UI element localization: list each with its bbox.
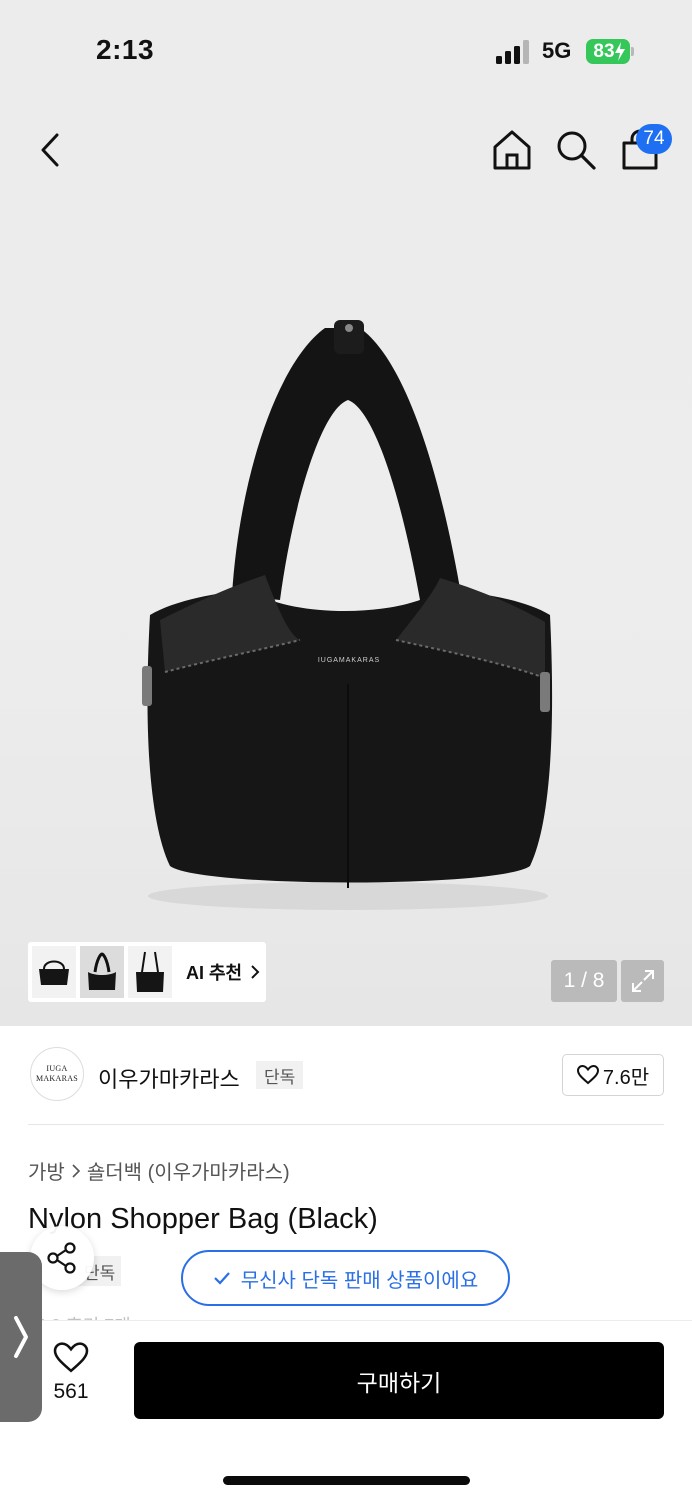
bag-thumbnail-icon [88, 952, 116, 990]
bag-thumbnail-icon [39, 960, 69, 985]
search-icon [557, 131, 596, 170]
bag-thumbnail-icon [136, 951, 164, 992]
brand-logo-line2: MAKARAS [35, 1074, 79, 1083]
back-button[interactable] [30, 128, 70, 172]
home-icon [493, 130, 531, 170]
breadcrumb-subcategory[interactable]: 숄더백 (이우가마카라스) [87, 1156, 290, 1185]
battery-indicator: 83 [586, 39, 630, 64]
ai-recommend-link[interactable]: AI 추천 [186, 959, 260, 985]
battery-cap [631, 47, 634, 56]
expand-button[interactable] [621, 960, 664, 1002]
brand-logo-line1: IUGA [46, 1064, 68, 1073]
buy-button[interactable]: 구매하기 [134, 1342, 664, 1419]
wishlist-button[interactable]: 561 [46, 1342, 96, 1416]
brand-exclusive-tag: 단독 [256, 1061, 304, 1089]
exclusive-notice-text: 무신사 단독 판매 상품이에요 [240, 1269, 479, 1292]
thumbnail-strip: AI 추천 [28, 942, 266, 1002]
back-icon [41, 133, 59, 167]
breadcrumb-category[interactable]: 가방 [28, 1156, 65, 1185]
heart-icon [576, 1065, 599, 1085]
brand-like-count: 7.6만 [602, 1066, 650, 1089]
chevron-right-icon [14, 1316, 28, 1358]
battery-level: 83 [593, 40, 615, 62]
charging-icon [615, 42, 625, 61]
brand-name[interactable]: 이우가마카라스 [98, 1062, 240, 1094]
divider [28, 1124, 664, 1125]
thumbnail-3[interactable] [128, 946, 172, 998]
home-button[interactable] [490, 128, 534, 172]
ai-recommend-label: AI 추천 [186, 963, 243, 983]
thumbnail-1[interactable] [32, 946, 76, 998]
signal-icon [496, 40, 529, 64]
side-panel-handle[interactable] [0, 1252, 42, 1422]
expand-icon [631, 970, 654, 992]
brand-row: IUGA MAKARAS 이우가마카라스 단독 7.6만 [0, 1026, 692, 1126]
heart-icon [53, 1342, 89, 1373]
share-icon [47, 1242, 76, 1274]
chevron-right-icon [251, 965, 260, 979]
brand-like-button[interactable]: 7.6만 [562, 1054, 664, 1096]
home-indicator[interactable] [223, 1476, 470, 1485]
cart-count-badge: 74 [636, 124, 672, 154]
product-image-area[interactable]: 2:13 5G 83 74 IUGAMAKARAS AI 추천 1 / 8 [0, 0, 692, 1026]
product-photo[interactable]: IUGAMAKARAS [120, 300, 580, 920]
check-icon [213, 1272, 230, 1285]
network-label: 5G [542, 38, 572, 63]
breadcrumb: 가방 숄더백 (이우가마카라스) [28, 1156, 290, 1185]
image-pager: 1 / 8 [551, 960, 617, 1002]
wishlist-count: 561 [53, 1380, 89, 1403]
brand-logo[interactable]: IUGA MAKARAS [30, 1047, 84, 1101]
status-bar: 2:13 5G 83 [0, 0, 692, 100]
thumbnail-2[interactable] [80, 946, 124, 998]
search-button[interactable] [554, 128, 598, 172]
status-time: 2:13 [96, 34, 155, 65]
chevron-right-icon [72, 1163, 80, 1178]
bag-logo-text: IUGAMAKARAS [318, 657, 380, 664]
exclusive-notice-toast: 무신사 단독 판매 상품이에요 [181, 1250, 510, 1306]
